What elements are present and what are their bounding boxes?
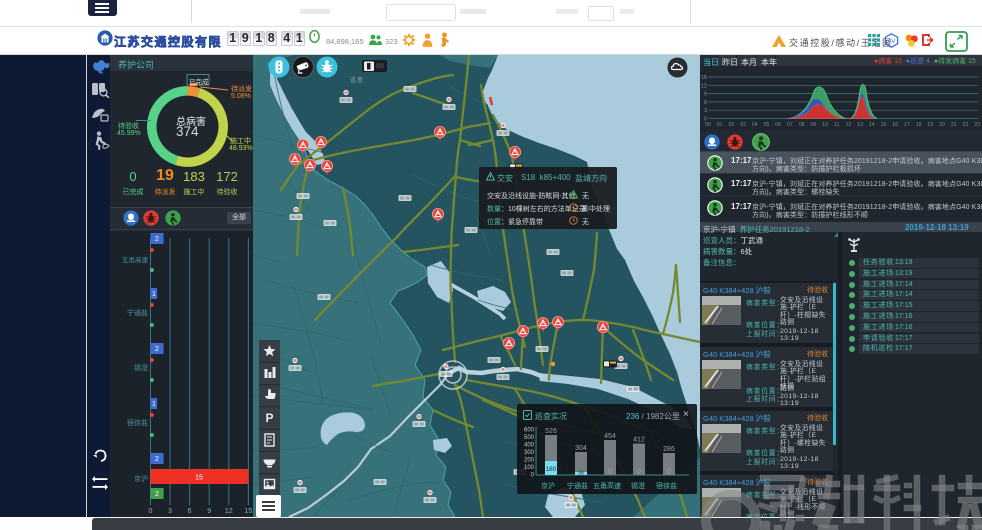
svg-text:9: 9 [704,92,707,98]
svg-text:03: 03 [740,122,746,128]
svg-text:15: 15 [245,508,253,515]
svg-text:15: 15 [881,122,887,128]
svg-text:0: 0 [149,508,153,515]
svg-text:15: 15 [701,75,707,81]
svg-text:08: 08 [799,122,805,128]
svg-text:02: 02 [729,122,735,128]
svg-text:1: 1 [152,291,156,298]
svg-text:0: 0 [608,469,612,476]
svg-text:21: 21 [951,122,957,128]
svg-text:07: 07 [787,122,793,128]
svg-text:1: 1 [152,401,156,408]
svg-text:18: 18 [916,122,922,128]
svg-text:09: 09 [810,122,816,128]
svg-text:11: 11 [834,122,839,128]
svg-text:2: 2 [155,236,159,243]
svg-text:180: 180 [546,466,557,473]
svg-text:14: 14 [869,122,875,128]
svg-text:600: 600 [524,428,535,434]
svg-text:6: 6 [704,100,707,106]
svg-text:12: 12 [846,122,852,128]
svg-text:200: 200 [524,458,535,464]
svg-text:454: 454 [604,433,616,440]
svg-text:0: 0 [531,473,535,479]
svg-text:13: 13 [857,122,863,128]
svg-text:00: 00 [705,122,711,128]
svg-text:17: 17 [904,122,910,128]
svg-text:23: 23 [974,122,980,128]
svg-text:3: 3 [704,108,707,114]
svg-text:06: 06 [775,122,781,128]
svg-text:2: 2 [155,491,159,498]
svg-text:22: 22 [963,122,969,128]
svg-text:04: 04 [752,122,758,128]
svg-text:P: P [265,411,273,425]
svg-text:15: 15 [195,475,203,482]
svg-text:01: 01 [717,122,723,128]
svg-text:304: 304 [575,445,587,452]
svg-text:38: 38 [578,471,584,477]
svg-text:4V: 4V [888,38,897,45]
svg-text:400: 400 [524,443,535,449]
svg-text:412: 412 [633,437,645,444]
svg-text:3: 3 [168,508,172,515]
svg-text:19: 19 [927,122,933,128]
svg-text:526: 526 [545,428,557,435]
svg-text:10: 10 [822,122,828,128]
svg-text:16: 16 [892,122,898,128]
svg-text:300: 300 [524,450,535,456]
svg-text:2: 2 [155,456,159,463]
svg-text:6: 6 [188,508,192,515]
svg-text:12: 12 [225,508,233,515]
svg-text:20: 20 [939,122,945,128]
svg-text:500: 500 [524,435,535,441]
svg-text:05: 05 [764,122,770,128]
svg-text:9: 9 [207,508,211,515]
svg-text:12: 12 [701,83,707,89]
svg-text:2: 2 [155,346,159,353]
svg-text:0: 0 [637,469,641,476]
svg-text:100: 100 [524,465,535,471]
